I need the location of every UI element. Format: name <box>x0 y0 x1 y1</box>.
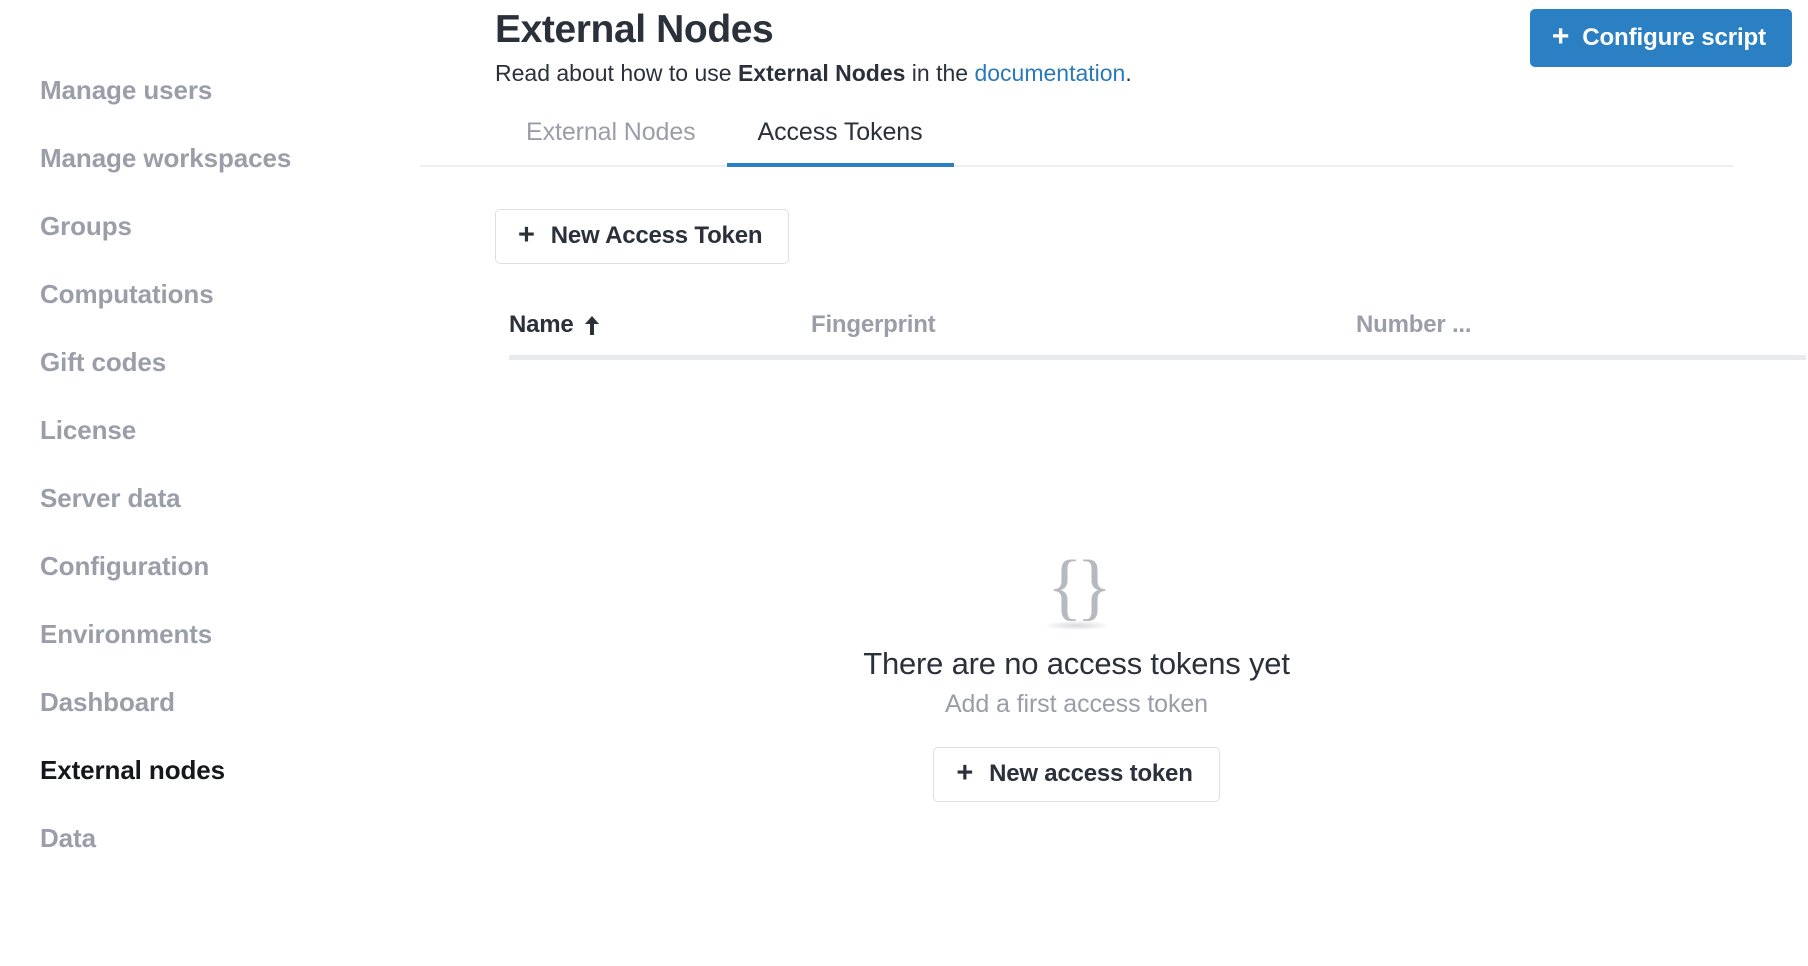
empty-state-subtitle: Add a first access token <box>944 689 1208 718</box>
page-subtitle-suffix: . <box>1125 59 1132 86</box>
sidebar-item-dashboard[interactable]: Dashboard <box>0 668 420 736</box>
access-tokens-table: Name Fingerprint Number ... <box>493 301 1806 360</box>
sidebar-item-label: Configuration <box>40 550 210 581</box>
sidebar: Manage users Manage workspaces Groups Co… <box>0 0 420 966</box>
sidebar-item-label: License <box>40 414 137 445</box>
sidebar-item-label: Dashboard <box>40 686 175 717</box>
sidebar-item-label: Computations <box>40 278 214 309</box>
documentation-link[interactable]: documentation <box>974 60 1125 86</box>
plus-icon: + <box>956 756 974 789</box>
sidebar-item-label: Manage users <box>40 74 213 105</box>
sidebar-item-manage-users[interactable]: Manage users <box>0 56 420 124</box>
page-subtitle-emphasis: External Nodes <box>737 59 906 86</box>
sidebar-item-label: External nodes <box>40 754 225 785</box>
sidebar-item-label: Data <box>40 822 96 853</box>
sidebar-item-server-data[interactable]: Server data <box>0 464 420 532</box>
tabs-container: External Nodes Access Tokens <box>420 118 1808 167</box>
table-header-divider <box>509 354 1806 360</box>
empty-state-new-access-token-button[interactable]: + New access token <box>933 746 1220 802</box>
sidebar-item-label: Groups <box>40 210 132 241</box>
plus-icon: + <box>518 218 535 251</box>
icon-shadow <box>1045 620 1108 630</box>
sort-ascending-icon <box>584 315 600 336</box>
sidebar-item-configuration[interactable]: Configuration <box>0 532 420 600</box>
sidebar-item-gift-codes[interactable]: Gift codes <box>0 328 420 396</box>
sidebar-item-label: Server data <box>40 482 181 513</box>
sidebar-item-external-nodes[interactable]: External nodes <box>0 736 420 804</box>
sidebar-item-environments[interactable]: Environments <box>0 600 420 668</box>
curly-braces-icon: {} <box>1046 545 1112 628</box>
sidebar-item-manage-workspaces[interactable]: Manage workspaces <box>0 124 420 192</box>
tab-external-nodes[interactable]: External Nodes <box>495 118 727 165</box>
configure-script-label: Configure script <box>1582 24 1766 51</box>
plus-icon: + <box>1551 20 1570 53</box>
column-header-name[interactable]: Name <box>509 311 811 339</box>
page-subtitle-prefix: Read about how to use <box>495 59 738 86</box>
page-header: External Nodes Read about how to use Ext… <box>420 0 1808 89</box>
tab-label: External Nodes <box>526 117 696 146</box>
table-header-row: Name Fingerprint Number ... <box>493 301 1806 349</box>
sidebar-item-data[interactable]: Data <box>0 804 420 872</box>
column-header-label: Fingerprint <box>811 310 936 338</box>
column-header-number[interactable]: Number ... <box>1356 311 1756 339</box>
app-root: Manage users Manage workspaces Groups Co… <box>0 0 1808 966</box>
sidebar-item-computations[interactable]: Computations <box>0 260 420 328</box>
main-content: External Nodes Read about how to use Ext… <box>420 0 1808 966</box>
tab-label: Access Tokens <box>757 117 923 146</box>
tab-panel-access-tokens: + New Access Token Name Fingerprint Numb… <box>420 167 1808 802</box>
column-header-label: Name <box>509 310 574 338</box>
column-header-label: Number ... <box>1356 310 1472 338</box>
tab-access-tokens[interactable]: Access Tokens <box>726 117 954 167</box>
sidebar-item-groups[interactable]: Groups <box>0 192 420 260</box>
new-access-token-button[interactable]: + New Access Token <box>495 208 790 264</box>
configure-script-button[interactable]: + Configure script <box>1529 9 1792 67</box>
sidebar-item-label: Gift codes <box>40 346 167 377</box>
column-header-fingerprint[interactable]: Fingerprint <box>811 311 1356 339</box>
empty-state: {} There are no access tokens yet Add a … <box>420 545 1733 802</box>
sidebar-item-label: Manage workspaces <box>40 142 292 173</box>
sidebar-item-license[interactable]: License <box>0 396 420 464</box>
sidebar-item-label: Environments <box>40 618 213 649</box>
empty-state-title: There are no access tokens yet <box>863 645 1290 681</box>
tab-list: External Nodes Access Tokens <box>420 118 1733 167</box>
new-access-token-label: New Access Token <box>550 222 763 250</box>
empty-state-button-label: New access token <box>989 760 1193 788</box>
page-subtitle-middle: in the <box>905 59 975 86</box>
